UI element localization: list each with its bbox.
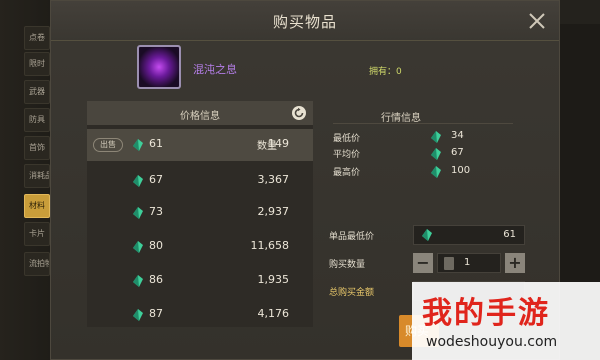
sidebar-item-materials[interactable]: 材料 <box>24 194 50 218</box>
sidebar-item-dianjuan[interactable]: 点卷 <box>24 26 50 50</box>
gem-icon <box>133 207 143 219</box>
watermark-url: wodeshouyou.com <box>426 334 558 350</box>
calculator-icon[interactable] <box>444 257 454 270</box>
gem-icon <box>422 229 432 241</box>
refresh-icon <box>292 106 306 120</box>
gem-icon <box>431 166 441 178</box>
gem-icon <box>133 175 143 187</box>
sidebar-item-weapons[interactable]: 武器 <box>24 80 50 104</box>
lowest-price-label: 最低价 <box>333 134 361 144</box>
gem-icon <box>133 275 143 287</box>
gem-icon <box>133 139 143 151</box>
price-row[interactable]: 87 4,176 <box>87 299 313 331</box>
sidebar-item-accessories[interactable]: 首饰 <box>24 136 50 160</box>
close-icon <box>529 13 545 29</box>
gem-icon <box>431 131 441 143</box>
price-value: 87 <box>149 307 163 320</box>
watermark-title: 我的手游 <box>422 296 550 331</box>
close-button[interactable] <box>525 9 549 33</box>
qty-value: 11,658 <box>250 239 290 252</box>
average-price-label: 平均价 <box>333 150 361 160</box>
unit-min-price-box: 61 <box>413 225 525 245</box>
gem-icon <box>431 148 441 160</box>
purchase-qty-value: 1 <box>464 257 471 268</box>
qty-value: 3,367 <box>257 173 290 186</box>
qty-value: 1,935 <box>257 273 290 286</box>
decrease-qty-button[interactable]: − <box>413 253 433 273</box>
price-row[interactable]: 86 1,935 <box>87 265 313 297</box>
qty-value: 4,176 <box>257 307 290 320</box>
site-watermark: 我的手游 wodeshouyou.com <box>412 282 600 360</box>
gem-icon <box>133 241 143 253</box>
sell-tag: 出售 <box>93 138 123 152</box>
price-info-header: 价格信息 <box>87 101 313 125</box>
sidebar-item-cards[interactable]: 卡片 <box>24 222 50 246</box>
sidebar-item-armor[interactable]: 防具 <box>24 108 50 132</box>
price-value: 61 <box>149 137 163 150</box>
sidebar-item-unsold[interactable]: 流拍物品 <box>24 252 50 276</box>
price-info-title: 价格信息 <box>180 111 220 122</box>
unit-min-price-label: 单品最低价 <box>329 232 375 242</box>
qty-value: 149 <box>268 137 289 150</box>
sidebar-item-consumables[interactable]: 消耗品 <box>24 164 50 188</box>
price-row[interactable]: 67 3,367 <box>87 165 313 197</box>
gem-icon <box>133 309 143 321</box>
divider <box>333 123 513 124</box>
price-value: 73 <box>149 205 163 218</box>
average-price-value: 67 <box>451 147 464 158</box>
lowest-price-value: 34 <box>451 130 464 141</box>
highest-price-label: 最高价 <box>333 168 361 178</box>
highest-price-value: 100 <box>451 165 471 176</box>
owned-count: 拥有：0 <box>369 67 402 77</box>
item-icon <box>137 45 181 89</box>
dialog-header: 购买物品 <box>51 1 559 41</box>
purchase-qty-input[interactable]: 1 <box>437 253 501 273</box>
refresh-button[interactable] <box>291 105 307 121</box>
increase-qty-button[interactable]: + <box>505 253 525 273</box>
total-amount-label: 总购买金额 <box>329 288 375 298</box>
qty-value: 2,937 <box>257 205 290 218</box>
price-value: 80 <box>149 239 163 252</box>
sidebar-item-limited[interactable]: 限时 <box>24 52 50 76</box>
unit-min-price-value: 61 <box>503 229 516 240</box>
price-value: 86 <box>149 273 163 286</box>
item-name: 混沌之息 <box>193 63 237 76</box>
purchase-qty-label: 购买数量 <box>329 260 366 270</box>
price-value: 67 <box>149 173 163 186</box>
price-info-panel: 价格信息 出售 61 数量 149 67 3,367 73 2,937 80 1… <box>87 101 313 327</box>
market-info-title: 行情信息 <box>381 113 421 124</box>
price-row[interactable]: 80 11,658 <box>87 231 313 263</box>
dialog-title: 购买物品 <box>272 13 337 31</box>
price-row[interactable]: 出售 61 数量 149 <box>87 129 313 161</box>
price-row[interactable]: 73 2,937 <box>87 197 313 229</box>
